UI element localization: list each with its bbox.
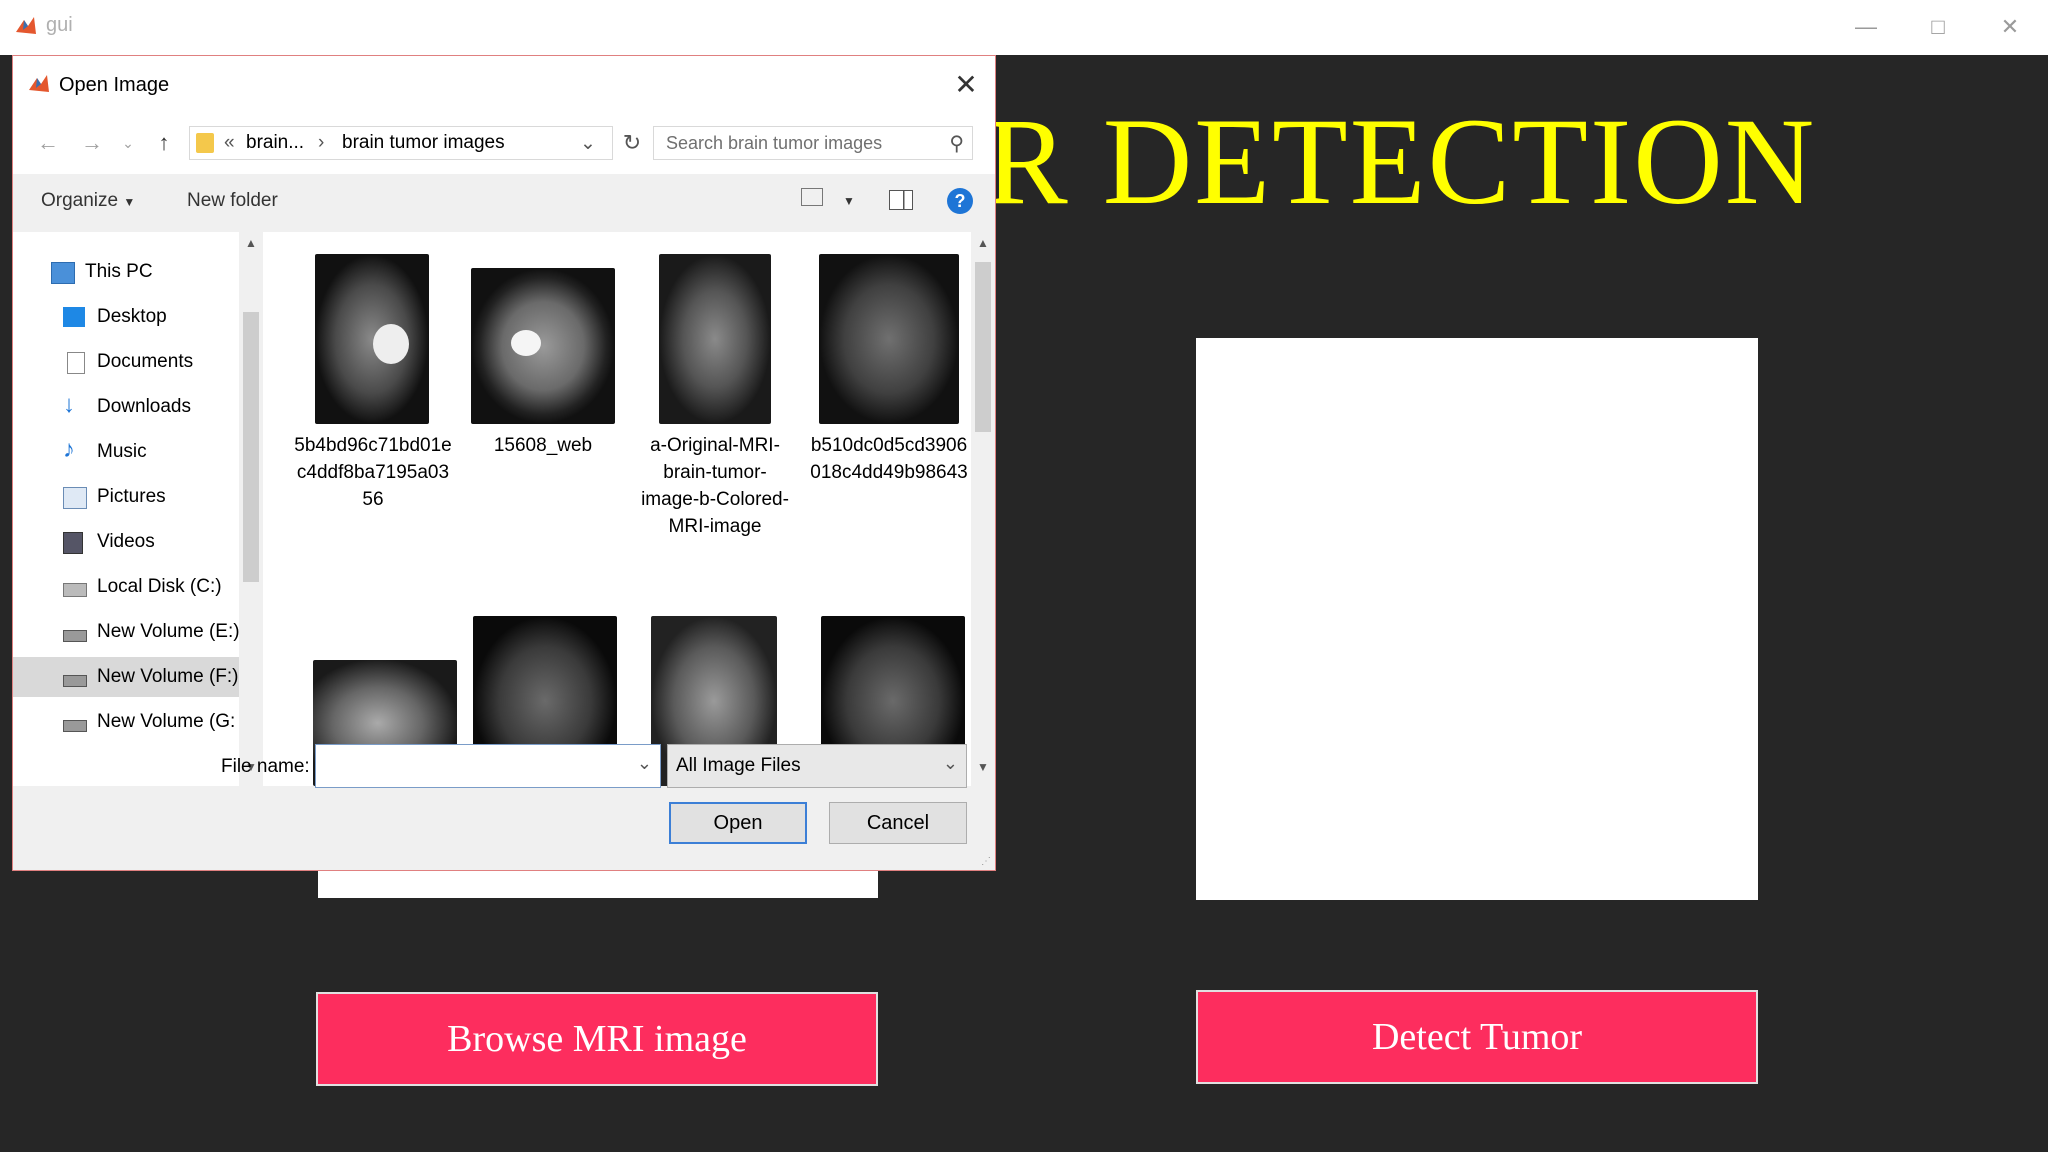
breadcrumb-current[interactable]: brain tumor images: [342, 132, 505, 154]
downloads-icon: ↓: [63, 391, 75, 418]
videos-icon: [63, 532, 83, 554]
documents-icon: [67, 352, 85, 374]
desktop-icon: [63, 307, 85, 327]
nav-item-local-disk-c[interactable]: Local Disk (C:): [13, 567, 239, 607]
nav-label: New Volume (E:): [97, 621, 240, 642]
back-arrow-icon[interactable]: ←: [33, 128, 63, 158]
nav-item-new-volume-e[interactable]: New Volume (E:): [13, 612, 240, 652]
detect-tumor-button[interactable]: Detect Tumor: [1196, 990, 1758, 1084]
file-list: 5b4bd96c71bd01ec4ddf8ba7195a0356 15608_w…: [265, 232, 985, 786]
preview-pane-icon[interactable]: [889, 190, 913, 210]
chevron-down-icon[interactable]: ⌄: [637, 753, 652, 774]
close-icon[interactable]: ✕: [947, 66, 985, 104]
file-thumbnail: [659, 254, 771, 424]
chevron-down-icon: ⌄: [942, 753, 958, 773]
address-dropdown-icon[interactable]: ⌄: [580, 132, 596, 155]
organize-button[interactable]: Organize ▼: [41, 190, 135, 212]
organize-label: Organize: [41, 190, 119, 211]
window-title: gui: [46, 14, 73, 36]
close-window-icon[interactable]: ✕: [1990, 10, 2030, 44]
dialog-title: Open Image: [59, 74, 170, 96]
nav-item-downloads[interactable]: ↓ Downloads: [13, 387, 239, 427]
minimize-icon[interactable]: —: [1846, 10, 1886, 44]
breadcrumb-prefix: «: [224, 132, 235, 153]
file-thumbnail: [819, 254, 959, 424]
new-folder-button[interactable]: New folder: [187, 190, 278, 212]
open-image-dialog: Open Image ✕ ← → ⌄ ↑ « brain... › brain …: [12, 55, 996, 871]
nav-item-this-pc[interactable]: This PC: [13, 252, 239, 292]
address-bar[interactable]: « brain... › brain tumor images ⌄: [189, 126, 613, 160]
app-headline: R DETECTION: [985, 93, 1817, 230]
nav-label: New Volume (G:: [97, 711, 236, 732]
scroll-up-icon[interactable]: ▲: [245, 236, 257, 250]
nav-label: Pictures: [97, 486, 166, 507]
resize-grip-icon[interactable]: ⋰: [981, 856, 993, 868]
nav-item-documents[interactable]: Documents: [13, 342, 239, 382]
drive-icon: [63, 583, 87, 597]
file-name-input[interactable]: ⌄: [315, 744, 661, 788]
nav-label: Music: [97, 441, 147, 462]
dialog-titlebar: Open Image ✕: [13, 56, 995, 114]
drive-icon: [63, 720, 87, 732]
nav-scrollbar[interactable]: ▲ ▼: [239, 232, 263, 786]
matlab-icon: [29, 75, 49, 92]
search-icon[interactable]: ⚲: [949, 131, 964, 156]
cancel-button[interactable]: Cancel: [829, 802, 967, 844]
breadcrumb-separator-icon: ›: [318, 132, 325, 153]
up-arrow-icon[interactable]: ↑: [149, 128, 179, 158]
file-thumbnail: [471, 268, 615, 424]
scroll-down-icon[interactable]: ▼: [977, 760, 989, 774]
nav-label: New Volume (F:): [97, 666, 239, 687]
browse-mri-button[interactable]: Browse MRI image: [316, 992, 878, 1086]
drive-icon: [63, 675, 87, 687]
pictures-icon: [63, 487, 87, 509]
file-type-select[interactable]: All Image Files ⌄: [667, 744, 967, 788]
file-name: a-Original-MRI-brain-tumor-image-b-Color…: [641, 435, 789, 537]
maximize-icon[interactable]: □: [1918, 10, 1958, 44]
computer-icon: [51, 262, 75, 284]
forward-arrow-icon[interactable]: →: [77, 128, 107, 158]
navigation-bar: ← → ⌄ ↑ « brain... › brain tumor images …: [13, 114, 995, 174]
matlab-icon: [16, 17, 36, 34]
file-name-label: File name:: [221, 756, 310, 777]
result-image-panel: [1196, 338, 1758, 900]
breadcrumb-parent[interactable]: brain...: [246, 132, 304, 154]
scroll-up-icon[interactable]: ▲: [977, 236, 989, 250]
file-list-scrollbar[interactable]: ▲ ▼: [971, 232, 995, 786]
nav-item-music[interactable]: ♪ Music: [13, 432, 239, 472]
nav-item-videos[interactable]: Videos: [13, 522, 239, 562]
navigation-pane: This PC Desktop Documents ↓ Downloads ♪ …: [13, 232, 265, 786]
file-name: 5b4bd96c71bd01ec4ddf8ba7195a0356: [294, 435, 452, 510]
file-type-value: All Image Files: [676, 755, 801, 776]
nav-item-pictures[interactable]: Pictures: [13, 477, 239, 517]
scroll-thumb[interactable]: [975, 262, 991, 432]
nav-label: Local Disk (C:): [97, 576, 222, 597]
nav-item-desktop[interactable]: Desktop: [13, 297, 239, 337]
view-dropdown-icon[interactable]: ▼: [843, 194, 855, 208]
chevron-down-icon: ▼: [123, 195, 136, 209]
drive-icon: [63, 630, 87, 642]
search-input[interactable]: Search brain tumor images ⚲: [653, 126, 973, 160]
nav-label: Downloads: [97, 396, 191, 417]
nav-label: Videos: [97, 531, 155, 552]
music-icon: ♪: [63, 436, 75, 463]
nav-label: Documents: [97, 351, 194, 372]
refresh-icon[interactable]: ↻: [617, 128, 647, 158]
open-button[interactable]: Open: [669, 802, 807, 844]
nav-label: Desktop: [97, 306, 167, 327]
window-titlebar: gui — □ ✕: [0, 0, 2048, 55]
search-placeholder: Search brain tumor images: [666, 133, 883, 153]
file-thumbnail: [315, 254, 429, 424]
nav-label: This PC: [85, 261, 153, 282]
help-icon[interactable]: ?: [947, 188, 973, 214]
recent-locations-icon[interactable]: ⌄: [113, 128, 143, 158]
nav-item-new-volume-g[interactable]: New Volume (G:: [13, 702, 239, 732]
nav-item-new-volume-f[interactable]: New Volume (F:): [13, 657, 239, 697]
dialog-toolbar: Organize ▼ New folder ▼ ?: [13, 174, 995, 232]
scroll-thumb[interactable]: [243, 312, 259, 582]
file-name: b510dc0d5cd3906018c4dd49b98643: [810, 435, 968, 483]
file-name: 15608_web: [493, 435, 593, 456]
view-options-icon[interactable]: [801, 188, 823, 206]
folder-icon: [196, 133, 214, 153]
